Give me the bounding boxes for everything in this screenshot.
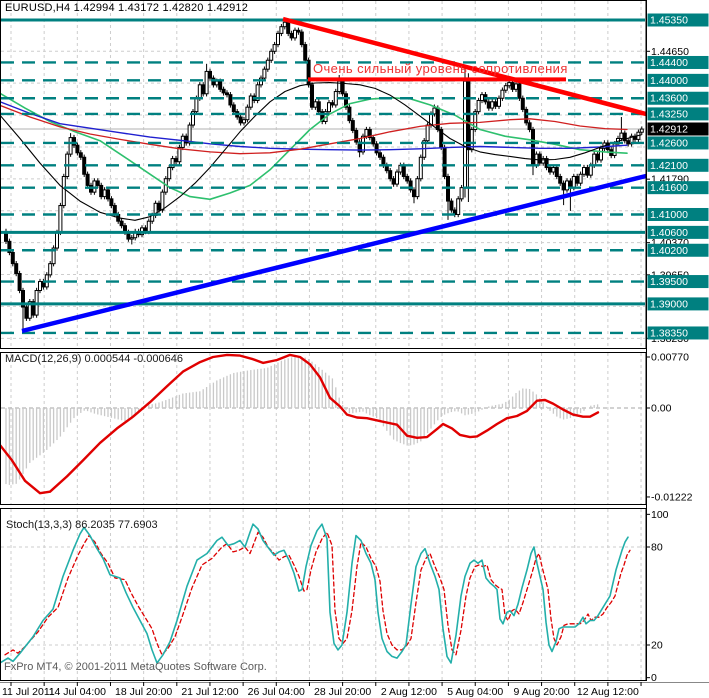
svg-text:1.42100: 1.42100 [650,160,688,172]
svg-text:1.40600: 1.40600 [650,227,688,239]
svg-text:1.44000: 1.44000 [650,75,688,87]
svg-text:1.41000: 1.41000 [650,209,688,221]
svg-text:12 Aug 12:00: 12 Aug 12:00 [577,686,639,698]
svg-text:1.38350: 1.38350 [650,327,688,339]
svg-text:0.00770: 0.00770 [651,352,689,364]
chart-canvas[interactable]: 1.446501.417901.403701.396501.382301.453… [0,0,709,698]
svg-text:28 Jul 20:00: 28 Jul 20:00 [314,686,371,698]
svg-text:14 Jul 04:00: 14 Jul 04:00 [49,686,106,698]
svg-text:18 Jul 20:00: 18 Jul 20:00 [115,686,172,698]
svg-text:1.40200: 1.40200 [650,245,688,257]
svg-text:1.41600: 1.41600 [650,182,688,194]
svg-text:1.42912: 1.42912 [650,124,688,136]
mt4-chart-window[interactable]: 1.446501.417901.403701.396501.382301.453… [0,0,709,698]
svg-text:1.39000: 1.39000 [650,298,688,310]
svg-text:100: 100 [651,509,669,521]
svg-text:1.42600: 1.42600 [650,137,688,149]
svg-text:21 Jul 12:00: 21 Jul 12:00 [181,686,238,698]
svg-text:1.44400: 1.44400 [650,57,688,69]
svg-text:11 Jul 2011: 11 Jul 2011 [2,686,55,698]
svg-text:9 Aug 20:00: 9 Aug 20:00 [514,686,570,698]
svg-text:1.43600: 1.43600 [650,93,688,105]
svg-text:1.39500: 1.39500 [650,276,688,288]
svg-text:1.43250: 1.43250 [650,108,688,120]
svg-text:5 Aug 04:00: 5 Aug 04:00 [447,686,503,698]
svg-text:26 Jul 04:00: 26 Jul 04:00 [248,686,305,698]
svg-text:0.00: 0.00 [651,403,672,415]
svg-text:-0.01222: -0.01222 [651,491,693,503]
svg-text:20: 20 [651,640,663,652]
svg-text:2 Aug 12:00: 2 Aug 12:00 [381,686,437,698]
svg-text:1.45350: 1.45350 [650,15,688,27]
svg-text:80: 80 [651,542,663,554]
